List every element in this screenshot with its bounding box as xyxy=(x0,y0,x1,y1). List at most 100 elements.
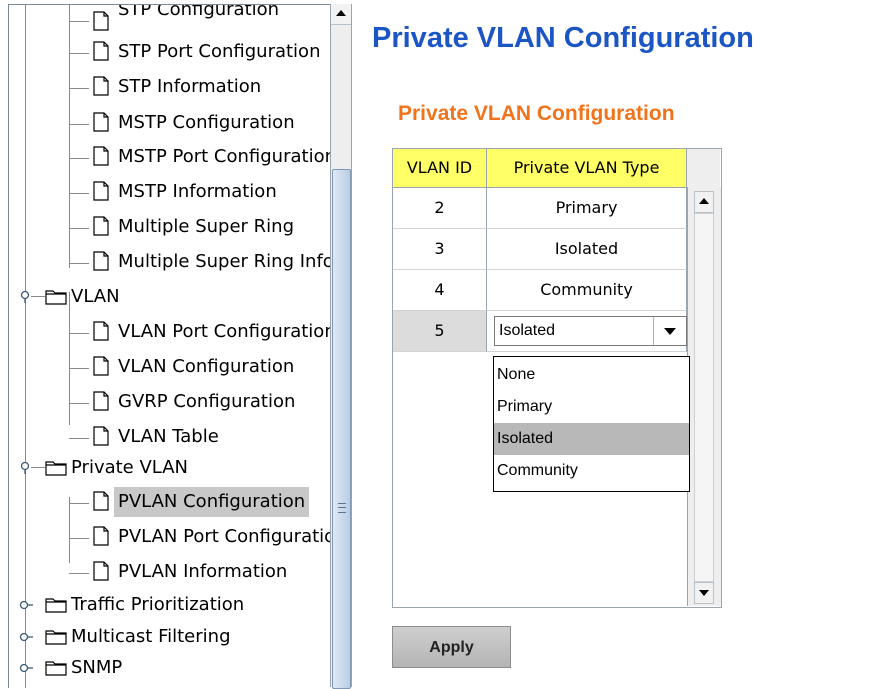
document-icon xyxy=(93,181,109,201)
document-icon xyxy=(93,561,109,581)
tree-connector xyxy=(69,263,89,264)
vlan-type-combobox[interactable]: Isolated xyxy=(494,316,687,346)
document-icon xyxy=(93,41,109,61)
page-title: Private VLAN Configuration xyxy=(372,22,754,54)
tree-item-label-selected: PVLAN Configuration xyxy=(114,487,310,517)
folder-icon xyxy=(45,661,67,676)
scroll-up-arrow-icon[interactable] xyxy=(694,191,714,213)
tree-folder-vlan[interactable]: VLAN xyxy=(9,280,331,314)
tree-connector xyxy=(69,438,89,439)
tree-item-label: Multicast Filtering xyxy=(71,626,231,647)
tree-item-label: Private VLAN xyxy=(71,457,189,478)
tree-item-label: VLAN Table xyxy=(118,426,219,447)
tree-folder-multicast-filtering[interactable]: Multicast Filtering xyxy=(9,620,331,654)
section-title: Private VLAN Configuration xyxy=(398,102,675,125)
combobox-value: Isolated xyxy=(499,322,556,339)
tree-item-label: GVRP Configuration xyxy=(118,391,296,412)
expand-toggle-icon[interactable] xyxy=(19,630,33,644)
tree-connector xyxy=(31,467,45,468)
tree-item-stp-information[interactable]: STP Information xyxy=(9,70,331,104)
tree-item-multiple-super-ring-information[interactable]: Multiple Super Ring Information xyxy=(9,245,331,279)
table-row[interactable]: 3 Isolated xyxy=(393,229,687,270)
tree-item-pvlan-information[interactable]: PVLAN Information xyxy=(9,555,331,589)
tree-folder-private-vlan[interactable]: Private VLAN xyxy=(9,451,331,485)
folder-icon xyxy=(45,598,67,613)
scroll-up-arrow-icon[interactable] xyxy=(331,4,351,25)
navigation-tree: STP Configuration STP Port Configuration… xyxy=(8,4,331,688)
document-icon xyxy=(93,146,109,166)
tree-item-label: MSTP Information xyxy=(118,181,277,202)
grip-icon xyxy=(338,503,346,513)
apply-button[interactable]: Apply xyxy=(392,626,511,668)
tree-item-pvlan-port-configuration[interactable]: PVLAN Port Configuration xyxy=(9,520,331,554)
tree-folder-traffic-prioritization[interactable]: Traffic Prioritization xyxy=(9,588,331,622)
table-row-active[interactable]: 5 Isolated xyxy=(393,311,687,352)
dropdown-option-community[interactable]: Community xyxy=(494,455,689,487)
header-corner xyxy=(687,149,720,188)
tree-connector xyxy=(69,503,89,504)
tree-item-pvlan-configuration[interactable]: PVLAN Configuration xyxy=(9,485,331,519)
expand-toggle-icon[interactable] xyxy=(19,661,33,675)
column-header-private-vlan-type[interactable]: Private VLAN Type xyxy=(487,149,687,188)
document-icon xyxy=(93,491,109,511)
folder-open-icon xyxy=(45,290,67,305)
collapse-toggle-icon[interactable] xyxy=(19,290,33,304)
vlan-type-cell[interactable]: Community xyxy=(487,270,687,311)
tree-scroll-thumb[interactable] xyxy=(332,169,351,689)
tree-connector xyxy=(69,88,89,89)
document-icon xyxy=(93,356,109,376)
table-row[interactable]: 4 Community xyxy=(393,270,687,311)
tree-connector xyxy=(31,296,45,297)
tree-connector xyxy=(69,333,89,334)
tree-item-label: MSTP Port Configuration xyxy=(118,146,331,167)
vlan-type-cell[interactable]: Isolated xyxy=(487,229,687,270)
table-row[interactable]: 2 Primary xyxy=(393,188,687,229)
tree-item-label: Multiple Super Ring Information xyxy=(118,251,331,272)
document-icon xyxy=(93,216,109,236)
vlan-type-cell-editing[interactable]: Isolated xyxy=(487,311,687,352)
tree-connector xyxy=(69,573,89,574)
dropdown-arrow-icon[interactable] xyxy=(653,317,686,345)
expand-toggle-icon[interactable] xyxy=(19,598,33,612)
tree-item-gvrp-configuration[interactable]: GVRP Configuration xyxy=(9,385,331,419)
table-scrollbar[interactable] xyxy=(687,187,721,606)
vlan-id-cell: 2 xyxy=(393,188,487,229)
tree-item-mstp-configuration[interactable]: MSTP Configuration xyxy=(9,106,331,140)
dropdown-option-none[interactable]: None xyxy=(494,359,689,391)
tree-item-stp-port-configuration[interactable]: STP Port Configuration xyxy=(9,35,331,69)
tree-connector xyxy=(69,403,89,404)
scroll-track[interactable] xyxy=(694,213,714,582)
document-icon xyxy=(93,526,109,546)
tree-item-multiple-super-ring[interactable]: Multiple Super Ring xyxy=(9,210,331,244)
document-icon xyxy=(93,11,109,31)
document-icon xyxy=(93,112,109,132)
tree-item-vlan-table[interactable]: VLAN Table xyxy=(9,420,331,454)
tree-connector xyxy=(69,21,89,22)
tree-item-label: STP Configuration xyxy=(118,4,280,20)
tree-item-vlan-configuration[interactable]: VLAN Configuration xyxy=(9,350,331,384)
tree-item-mstp-information[interactable]: MSTP Information xyxy=(9,175,331,209)
tree-item-label: PVLAN Information xyxy=(118,561,288,582)
folder-open-icon xyxy=(45,461,67,476)
tree-connector xyxy=(69,124,89,125)
dropdown-option-isolated[interactable]: Isolated xyxy=(494,423,689,455)
tree-item-vlan-port-configuration[interactable]: VLAN Port Configuration xyxy=(9,315,331,349)
folder-icon xyxy=(45,630,67,645)
document-icon xyxy=(93,426,109,446)
tree-scrollbar[interactable] xyxy=(330,4,352,689)
tree-item-label: VLAN Configuration xyxy=(118,356,295,377)
dropdown-option-primary[interactable]: Primary xyxy=(494,391,689,423)
document-icon xyxy=(93,76,109,96)
vlan-type-cell[interactable]: Primary xyxy=(487,188,687,229)
tree-item-mstp-port-configuration[interactable]: MSTP Port Configuration xyxy=(9,140,331,174)
tree-folder-snmp[interactable]: SNMP xyxy=(9,651,331,685)
tree-item-stp-configuration[interactable]: STP Configuration xyxy=(9,5,331,39)
tree-item-label: VLAN xyxy=(71,286,120,307)
vlan-type-dropdown-list: None Primary Isolated Community xyxy=(493,356,690,492)
column-header-vlan-id[interactable]: VLAN ID xyxy=(393,149,487,188)
collapse-toggle-icon[interactable] xyxy=(19,461,33,475)
document-icon xyxy=(93,391,109,411)
tree-item-label: Traffic Prioritization xyxy=(71,594,245,615)
tree-connector xyxy=(69,158,89,159)
scroll-down-arrow-icon[interactable] xyxy=(694,582,714,604)
